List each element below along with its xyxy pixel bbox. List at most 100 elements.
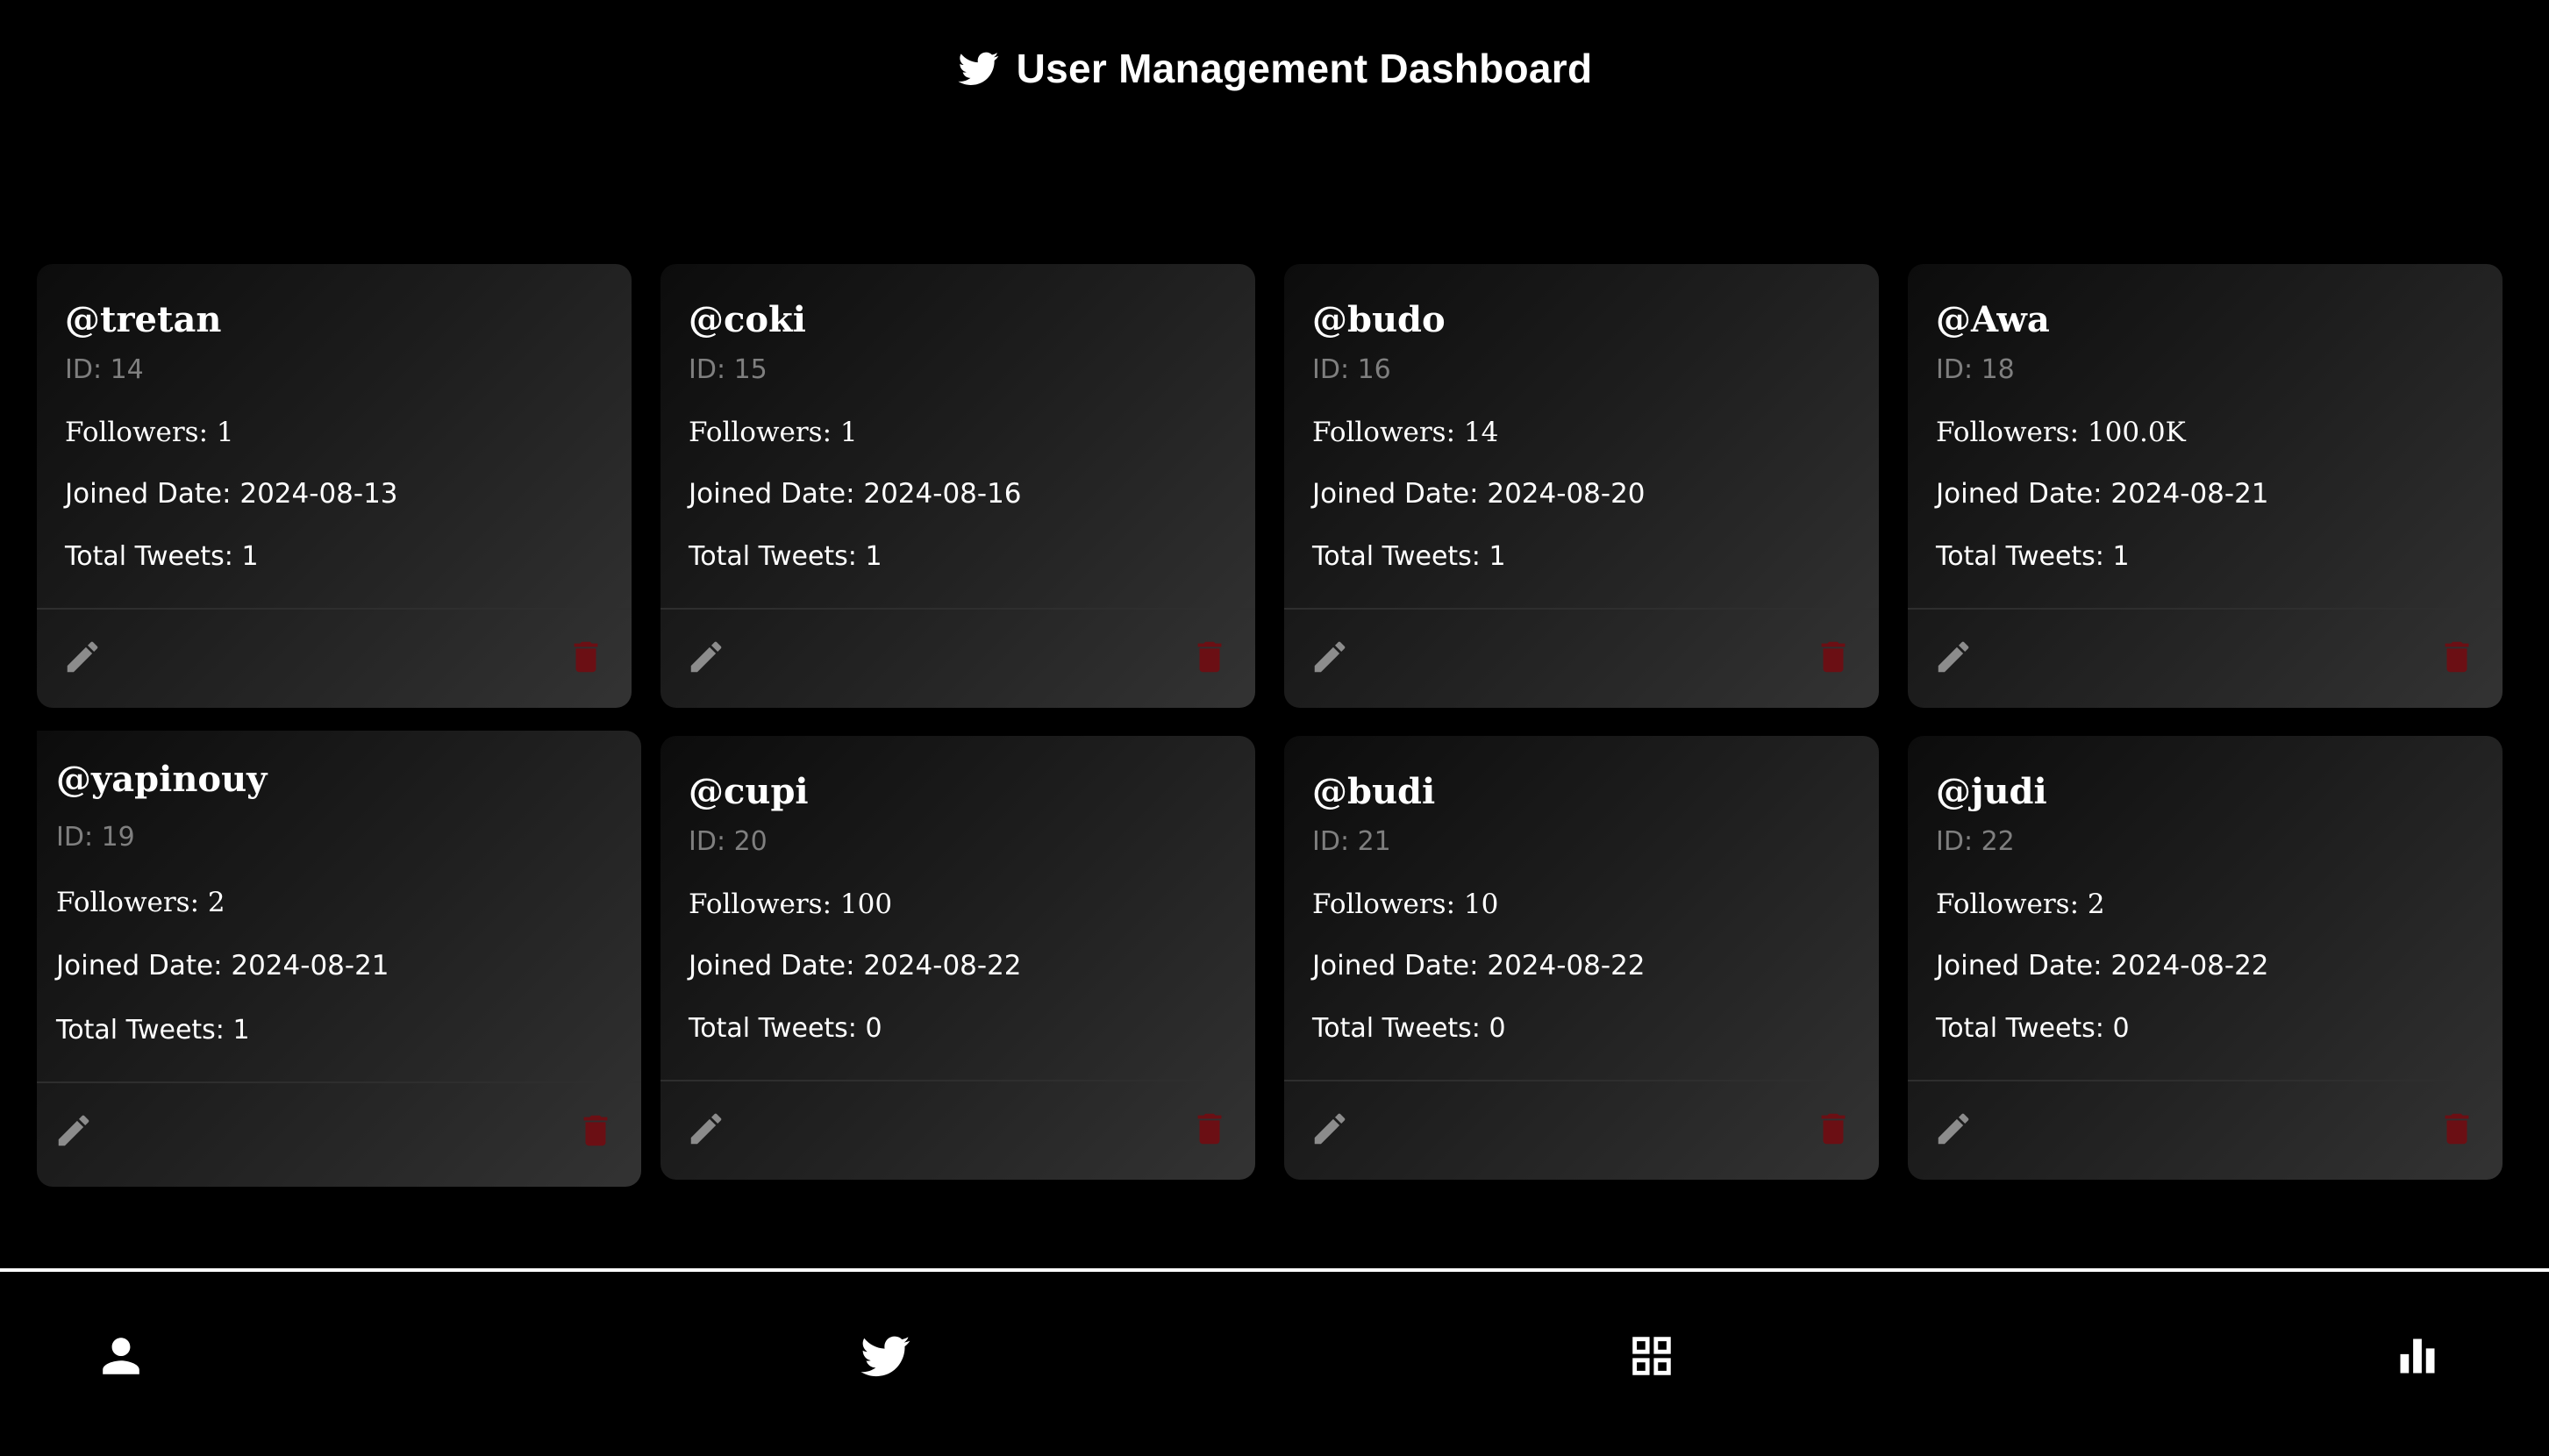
user-card: @tretan ID: 14 Followers: 1 Joined Date: 20… (37, 264, 632, 708)
delete-user-button[interactable] (1810, 1106, 1856, 1152)
user-card: @judi ID: 22 Followers: 2 Joined Date: 2024… (1908, 736, 2503, 1180)
edit-user-button[interactable] (1931, 1106, 1976, 1152)
delete-user-button[interactable] (2434, 1106, 2480, 1152)
joined-date: Joined Date: 2024-08-13 (65, 478, 398, 510)
delete-user-button[interactable] (563, 634, 609, 680)
edit-user-button[interactable] (60, 634, 105, 680)
followers-count: Followers: 1 (65, 417, 234, 448)
pencil-icon (62, 637, 103, 677)
user-handle: @judi (1936, 771, 2047, 812)
trash-icon (1189, 637, 1230, 677)
bar-chart-icon (2395, 1333, 2440, 1383)
pencil-icon (54, 1110, 94, 1151)
user-card: @Awa ID: 18 Followers: 100.0K Joined Date: … (1908, 264, 2503, 708)
edit-user-button[interactable] (1307, 1106, 1353, 1152)
edit-user-button[interactable] (1931, 634, 1976, 680)
twitter-bird-icon (957, 48, 1001, 89)
user-card: @budi ID: 21 Followers: 10 Joined Date: 202… (1284, 736, 1879, 1180)
delete-user-button[interactable] (1187, 1106, 1232, 1152)
user-handle: @Awa (1936, 299, 2050, 340)
nav-profile-button[interactable] (86, 1323, 156, 1393)
followers-count: Followers: 14 (1312, 417, 1499, 448)
followers-count: Followers: 2 (56, 887, 225, 918)
followers-count: Followers: 100.0K (1936, 417, 2186, 448)
joined-date: Joined Date: 2024-08-16 (689, 478, 1022, 510)
card-actions (37, 608, 632, 708)
followers-count: Followers: 10 (1312, 889, 1499, 920)
trash-icon (1813, 637, 1853, 677)
twitter-bird-icon (859, 1331, 913, 1385)
joined-date: Joined Date: 2024-08-21 (1936, 478, 2269, 510)
user-id: ID: 18 (1936, 354, 2015, 385)
card-actions (660, 608, 1255, 708)
card-actions (1284, 608, 1879, 708)
user-id: ID: 16 (1312, 354, 1391, 385)
followers-count: Followers: 2 (1936, 889, 2105, 920)
user-id: ID: 22 (1936, 826, 2015, 857)
total-tweets: Total Tweets: 1 (1312, 541, 1506, 572)
person-icon (98, 1333, 144, 1383)
trash-icon (1189, 1109, 1230, 1149)
total-tweets: Total Tweets: 1 (689, 541, 882, 572)
edit-user-button[interactable] (51, 1108, 96, 1153)
total-tweets: Total Tweets: 1 (56, 1015, 250, 1046)
user-id: ID: 21 (1312, 826, 1391, 857)
card-actions (660, 1080, 1255, 1180)
user-handle: @coki (689, 299, 806, 340)
joined-date: Joined Date: 2024-08-22 (1312, 950, 1646, 981)
user-handle: @budo (1312, 299, 1446, 340)
user-card: @budo ID: 16 Followers: 14 Joined Date: 202… (1284, 264, 1879, 708)
total-tweets: Total Tweets: 1 (1936, 541, 2130, 572)
nav-tweets-button[interactable] (851, 1323, 921, 1393)
total-tweets: Total Tweets: 0 (1312, 1013, 1506, 1044)
card-actions (1908, 608, 2503, 708)
joined-date: Joined Date: 2024-08-22 (689, 950, 1022, 981)
delete-user-button[interactable] (2434, 634, 2480, 680)
user-handle: @yapinouy (56, 759, 268, 800)
joined-date: Joined Date: 2024-08-21 (56, 950, 389, 981)
user-id: ID: 19 (56, 822, 135, 853)
card-actions (1284, 1080, 1879, 1180)
user-card: @cupi ID: 20 Followers: 100 Joined Date: 20… (660, 736, 1255, 1180)
pencil-icon (686, 1109, 726, 1149)
followers-count: Followers: 100 (689, 889, 893, 920)
edit-user-button[interactable] (683, 634, 729, 680)
trash-icon (2437, 1109, 2477, 1149)
user-id: ID: 15 (689, 354, 768, 385)
grid-icon (1626, 1331, 1677, 1386)
user-card: @yapinouy ID: 19 Followers: 2 Joined Date: … (37, 731, 641, 1187)
trash-icon (575, 1110, 616, 1151)
delete-user-button[interactable] (573, 1108, 618, 1153)
joined-date: Joined Date: 2024-08-22 (1936, 950, 2269, 981)
trash-icon (566, 637, 606, 677)
nav-stats-button[interactable] (2382, 1323, 2453, 1393)
page-title: User Management Dashboard (1016, 46, 1593, 91)
total-tweets: Total Tweets: 1 (65, 541, 259, 572)
total-tweets: Total Tweets: 0 (689, 1013, 882, 1044)
user-handle: @tretan (65, 299, 222, 340)
user-handle: @cupi (689, 771, 809, 812)
pencil-icon (1933, 1109, 1974, 1149)
joined-date: Joined Date: 2024-08-20 (1312, 478, 1646, 510)
user-id: ID: 20 (689, 826, 768, 857)
edit-user-button[interactable] (1307, 634, 1353, 680)
delete-user-button[interactable] (1810, 634, 1856, 680)
trash-icon (1813, 1109, 1853, 1149)
edit-user-button[interactable] (683, 1106, 729, 1152)
pencil-icon (1310, 637, 1350, 677)
card-actions (37, 1081, 641, 1187)
followers-count: Followers: 1 (689, 417, 858, 448)
total-tweets: Total Tweets: 0 (1936, 1013, 2130, 1044)
dashboard-header: User Management Dashboard (0, 40, 2549, 96)
pencil-icon (686, 637, 726, 677)
trash-icon (2437, 637, 2477, 677)
user-handle: @budi (1312, 771, 1436, 812)
bottom-nav (0, 1272, 2549, 1456)
user-card: @coki ID: 15 Followers: 1 Joined Date: 2024… (660, 264, 1255, 708)
delete-user-button[interactable] (1187, 634, 1232, 680)
user-id: ID: 14 (65, 354, 144, 385)
nav-dashboard-button[interactable] (1617, 1323, 1687, 1393)
pencil-icon (1933, 637, 1974, 677)
pencil-icon (1310, 1109, 1350, 1149)
card-actions (1908, 1080, 2503, 1180)
